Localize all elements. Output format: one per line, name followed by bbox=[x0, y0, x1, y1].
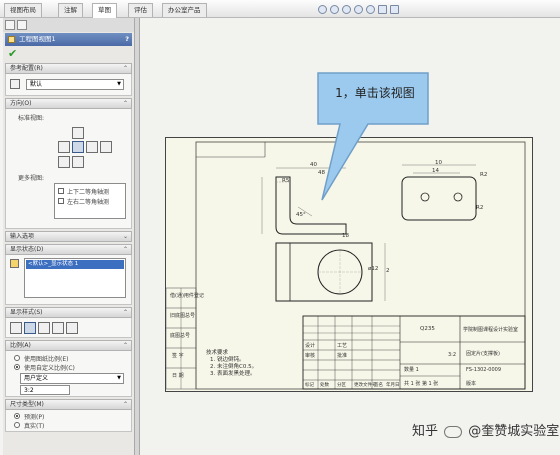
tb-material: Q235 bbox=[420, 326, 435, 332]
dim-label: R2 bbox=[476, 205, 484, 211]
dim-label: 14 bbox=[432, 168, 439, 174]
solidworks-window: 视图布局 注解 草图 评估 办公室产品 工程图视图1 ? ✔ 参考配置(R)⌃ bbox=[0, 0, 560, 455]
dim-label: 10 bbox=[435, 160, 442, 166]
tb-label: 工艺 bbox=[337, 343, 348, 349]
tb-sheet: 共 1 张 第 1 张 bbox=[404, 381, 439, 387]
dim-label: 40 bbox=[310, 162, 317, 168]
dim-label: 45° bbox=[296, 212, 306, 218]
dim-label: R5 bbox=[282, 178, 290, 184]
dim-label: R2 bbox=[480, 172, 488, 178]
watermark: 知乎 @奎赞城实验室 bbox=[412, 424, 560, 439]
tb-label: 设计 bbox=[305, 343, 316, 349]
dim-label: 48 bbox=[318, 170, 325, 176]
tb-label: 处数 bbox=[320, 383, 329, 388]
side-view[interactable] bbox=[401, 164, 477, 221]
tb-scale: 3:2 bbox=[448, 352, 457, 358]
tb-drawing-no: FS-1302-0009 bbox=[466, 367, 502, 373]
top-view[interactable] bbox=[275, 242, 386, 302]
dim-label: ø12 bbox=[368, 266, 379, 272]
tb-qty: 数量 1 bbox=[404, 367, 419, 373]
left-label: 日 期 bbox=[172, 373, 184, 379]
left-label: 旧底图总号 bbox=[170, 313, 196, 319]
tb-label: 标记 bbox=[305, 383, 314, 388]
left-label: 签 字 bbox=[172, 353, 184, 359]
tb-label: 批准 bbox=[337, 353, 348, 359]
left-label: 借(通)用件登记 bbox=[170, 293, 204, 299]
dim-label: 18 bbox=[342, 233, 349, 239]
tb-version: 版本 bbox=[466, 381, 477, 387]
tb-part: 固定片(支撑板) bbox=[466, 351, 500, 357]
tb-label: 分区 bbox=[337, 383, 346, 388]
tb-label: 签名 bbox=[374, 383, 383, 388]
callout-text: 1，单击该视图 bbox=[335, 86, 415, 100]
tb-label: 审核 bbox=[305, 353, 316, 359]
note-line: 3. 表面发黑处理。 bbox=[210, 371, 256, 377]
tb-label: 年月日 bbox=[386, 383, 400, 388]
tb-company: 学院制图课程设计实验室 bbox=[463, 327, 519, 333]
left-label: 底图总号 bbox=[170, 333, 191, 339]
dim-label: 2 bbox=[386, 268, 390, 274]
wechat-icon bbox=[444, 425, 463, 438]
